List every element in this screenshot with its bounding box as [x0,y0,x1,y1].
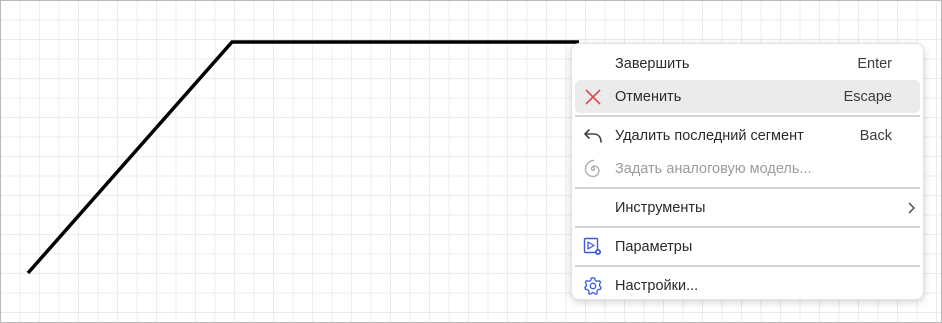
gear-icon [583,276,603,296]
parameters-icon [583,237,603,257]
menu-separator [575,226,920,228]
context-menu: Завершить Enter Отменить Escape Удалить … [571,43,924,300]
menu-item-cancel-label: Отменить [615,88,682,105]
menu-item-finish-shortcut: Enter [857,55,892,72]
menu-item-finish-label: Завершить [615,55,690,72]
undo-icon [583,126,603,146]
menu-item-parameters-label: Параметры [615,238,693,255]
polyline-segment[interactable] [26,40,579,275]
close-icon [583,87,603,107]
menu-item-delete-last-segment-shortcut: Back [859,127,892,144]
menu-separator [575,265,920,267]
menu-separator [575,187,920,189]
menu-item-tools-label: Инструменты [615,199,706,216]
chevron-right-icon [906,202,916,214]
menu-item-delete-last-segment[interactable]: Удалить последний сегмент Back [575,119,920,152]
menu-item-set-analog-model[interactable]: Задать аналоговую модель... [575,152,920,185]
menu-item-tools[interactable]: Инструменты [575,191,920,224]
drawing-canvas[interactable]: Завершить Enter Отменить Escape Удалить … [0,0,942,323]
spiral-icon [583,159,603,179]
menu-item-parameters[interactable]: Параметры [575,230,920,263]
menu-item-cancel-shortcut: Escape [843,88,892,105]
menu-item-cancel[interactable]: Отменить Escape [575,80,920,113]
menu-item-settings[interactable]: Настройки... [575,269,920,302]
menu-separator [575,115,920,117]
menu-item-finish[interactable]: Завершить Enter [575,47,920,80]
menu-item-delete-last-segment-label: Удалить последний сегмент [615,127,804,144]
menu-item-settings-label: Настройки... [615,277,699,294]
menu-item-set-analog-model-label: Задать аналоговую модель... [615,160,812,177]
